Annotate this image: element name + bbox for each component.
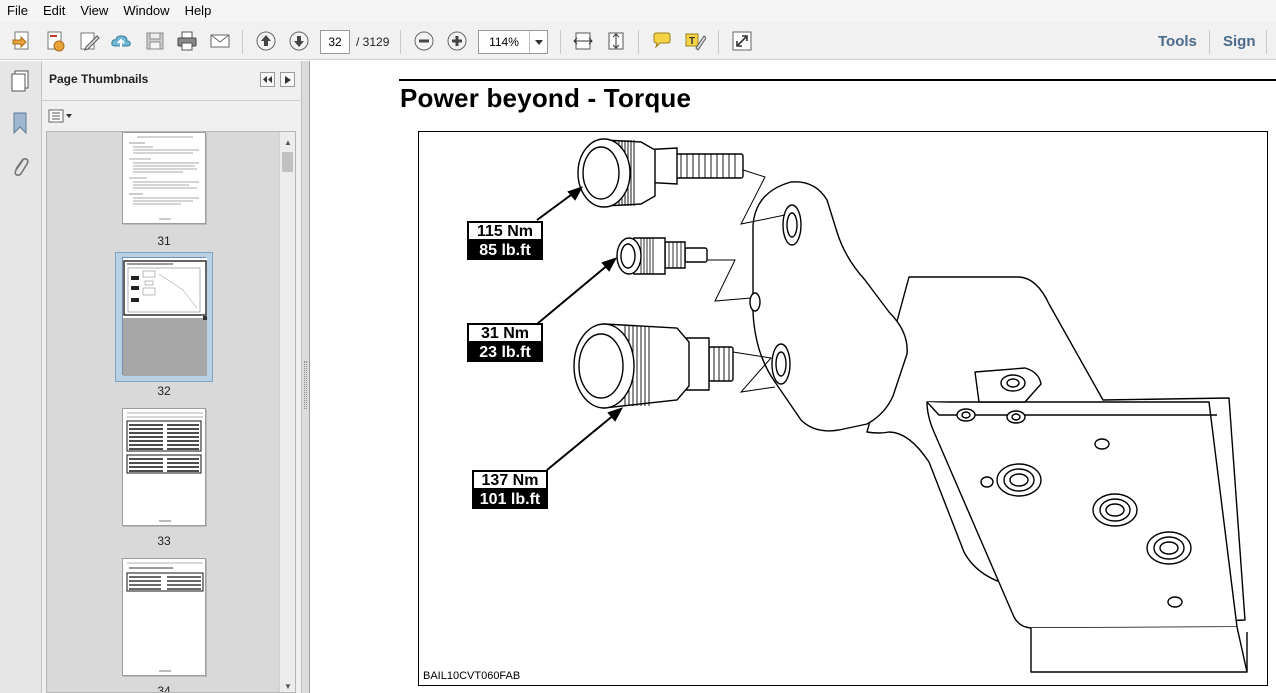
zoom-select[interactable]: 114% (478, 30, 548, 54)
expand-panel-button[interactable] (280, 72, 295, 87)
page-title: Power beyond - Torque (400, 83, 692, 113)
save-button[interactable] (142, 29, 168, 53)
menu-bar: File Edit View Window Help (0, 0, 1276, 22)
page-preview (126, 412, 203, 522)
menu-edit[interactable]: Edit (36, 0, 73, 22)
pages-icon (11, 70, 29, 92)
scroll-up-icon[interactable]: ▲ (280, 134, 295, 150)
minus-circle-icon (414, 31, 434, 51)
bookmark-icon (13, 112, 27, 135)
full-screen-button[interactable] (729, 29, 755, 53)
menu-help[interactable]: Help (178, 0, 220, 22)
plus-circle-icon (447, 31, 467, 51)
thumbnail-list[interactable]: 31 32 33 34 ▲ ▼ (46, 131, 296, 693)
thumbnail-options-button[interactable] (48, 108, 74, 124)
scroll-down-icon[interactable]: ▼ (280, 678, 295, 692)
envelope-icon (210, 34, 230, 48)
page-preview (126, 562, 204, 672)
thumbnail-label: 33 (157, 534, 171, 548)
sign-link[interactable]: Sign (1223, 30, 1256, 54)
page-preview (123, 258, 207, 376)
floppy-disk-icon (146, 32, 164, 50)
speech-bubble-icon (653, 32, 671, 49)
torque-callout-3: 137 Nm 101 lb.ft (472, 470, 548, 509)
create-pdf-icon (12, 31, 29, 50)
paperclip-icon (14, 158, 29, 176)
torque-lbft: 85 lb.ft (467, 241, 543, 260)
menu-view[interactable]: View (73, 0, 116, 22)
toolbar: 32 / 3129 114% T Tools Sign (0, 22, 1276, 60)
arrow-up-icon (256, 31, 276, 51)
print-button[interactable] (174, 29, 200, 53)
fit-width-icon (573, 32, 593, 50)
double-chevron-left-icon (263, 76, 272, 83)
thumbnail-scrollbar[interactable]: ▲ ▼ (279, 132, 295, 692)
printer-icon (177, 31, 197, 51)
next-page-button[interactable] (286, 29, 312, 53)
svg-text:T: T (689, 36, 695, 47)
chevron-down-icon[interactable] (529, 31, 547, 53)
navigation-rail (0, 61, 42, 693)
thumbnail-page-31[interactable] (122, 132, 206, 224)
torque-lbft: 101 lb.ft (472, 490, 548, 509)
header-rule (399, 79, 1276, 81)
thumbnail-page-33[interactable] (122, 408, 206, 526)
scrollbar-thumb[interactable] (282, 152, 293, 172)
document-view: Power beyond - Torque 115 Nm 85 lb.ft 31… (311, 61, 1276, 693)
zoom-in-button[interactable] (444, 29, 470, 53)
attachments-button[interactable] (7, 153, 33, 181)
figure-code: BAIL10CVT060FAB (423, 670, 521, 682)
collapse-panel-button[interactable] (260, 72, 275, 87)
thumbnail-page-34[interactable] (122, 558, 206, 676)
torque-nm: 31 Nm (467, 323, 543, 343)
highlighter-icon: T (685, 33, 706, 51)
previous-page-button[interactable] (253, 29, 279, 53)
bookmarks-button[interactable] (7, 109, 33, 137)
export-pdf-icon (47, 31, 65, 52)
chevron-right-icon (284, 75, 291, 84)
page-preview (129, 136, 199, 220)
page-number-input[interactable]: 32 (320, 30, 350, 54)
arrow-down-icon (289, 31, 309, 51)
page-thumbnails-button[interactable] (7, 67, 33, 95)
comment-button[interactable] (649, 29, 675, 53)
torque-nm: 115 Nm (467, 221, 543, 241)
menu-file[interactable]: File (0, 0, 36, 22)
thumbnail-label: 32 (157, 384, 171, 398)
list-options-icon (48, 109, 72, 123)
torque-nm: 137 Nm (472, 470, 548, 490)
page-total: / 3129 (356, 35, 390, 49)
panel-title: Page Thumbnails (49, 72, 149, 86)
thumbnail-label: 31 (157, 234, 171, 248)
torque-callout-2: 31 Nm 23 lb.ft (467, 323, 543, 362)
edit-pdf-icon (80, 32, 100, 51)
torque-lbft: 23 lb.ft (467, 343, 543, 362)
email-button[interactable] (207, 29, 233, 53)
create-pdf-button[interactable] (9, 29, 35, 53)
export-pdf-button[interactable] (42, 29, 68, 53)
thumbnail-label: 34 (157, 684, 171, 693)
panel-splitter[interactable] (302, 61, 310, 693)
torque-callout-1: 115 Nm 85 lb.ft (467, 221, 543, 260)
upload-cloud-button[interactable] (108, 29, 134, 53)
thumbnails-panel: Page Thumbnails 31 32 33 34 ▲ ▼ (42, 61, 302, 693)
fit-page-button[interactable] (570, 29, 596, 53)
fit-height-icon (608, 32, 624, 50)
tools-link[interactable]: Tools (1158, 30, 1197, 54)
panel-header: Page Thumbnails (42, 61, 302, 101)
zoom-value: 114% (489, 35, 519, 49)
fit-height-button[interactable] (603, 29, 629, 53)
edit-pdf-button[interactable] (76, 29, 102, 53)
cloud-upload-icon (111, 35, 131, 48)
torque-figure: 115 Nm 85 lb.ft 31 Nm 23 lb.ft 137 Nm 10… (418, 131, 1268, 686)
hydraulic-coupler-drawing (536, 138, 1248, 673)
zoom-out-button[interactable] (411, 29, 437, 53)
menu-window[interactable]: Window (116, 0, 177, 22)
expand-icon (732, 31, 752, 51)
thumbnail-page-32[interactable] (122, 257, 207, 376)
highlight-button[interactable]: T (682, 29, 708, 53)
